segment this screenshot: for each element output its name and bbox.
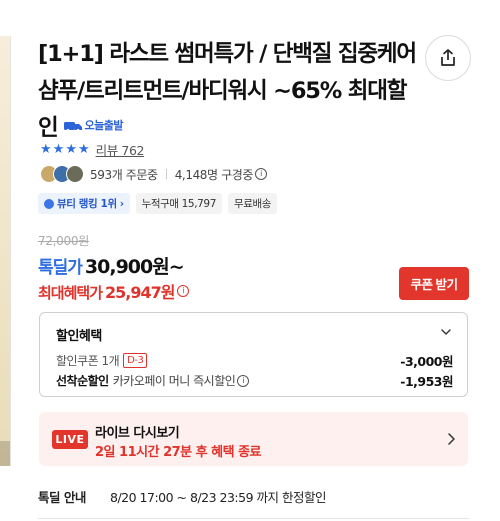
chevron-right-icon <box>448 433 455 445</box>
deal-price: 30,900원~ <box>84 256 185 278</box>
today-delivery-badge: 오늘출발 <box>63 107 124 144</box>
truck-icon <box>63 121 82 132</box>
coupon-amount: -3,000원 <box>400 354 453 369</box>
live-badge: LIVE <box>52 430 88 449</box>
live-title: 라이브 다시보기 <box>95 426 180 441</box>
star-icon: ★ <box>40 141 52 157</box>
star-icon: ★ <box>52 141 65 157</box>
viewers-count: 4,148명 구경중 i <box>175 166 268 183</box>
divider <box>38 518 470 519</box>
rating-row: ★ ★ ★ ★ 리뷰 762 <box>40 140 144 158</box>
live-replay-banner[interactable]: LIVE 라이브 다시보기 2일 11시간 27분 후 혜택 종료 <box>39 412 468 466</box>
first-come-discount-row: 선착순할인 카카오페이 머니 즉시할인 i -1,953원 <box>56 371 453 390</box>
coupon-discount-row: 할인쿠폰 1개 D-3 -3,000원 <box>56 351 453 370</box>
info-icon[interactable]: i <box>177 285 190 297</box>
share-icon <box>441 49 455 66</box>
deal-price-row: 톡딜가 30,900원~ <box>38 252 185 279</box>
deal-period-label: 톡딜 안내 <box>38 490 86 505</box>
live-countdown: 2일 11시간 27분 후 혜택 종료 <box>95 445 262 460</box>
d-day-badge: D-3 <box>123 353 148 368</box>
product-image-edge <box>0 36 11 466</box>
deal-label: 톡딜가 <box>38 258 83 278</box>
review-link[interactable]: 리뷰 762 <box>96 140 145 159</box>
orders-count: 593개 주문중 <box>90 167 158 182</box>
purchase-count-tag: 누적구매 15,797 <box>135 193 222 214</box>
free-shipping-tag: 무료배송 <box>227 193 278 214</box>
original-price: 72,000원 <box>38 234 89 248</box>
max-benefit-row: 최대혜택가 25,947원 i <box>38 279 190 303</box>
star-icon: ★ <box>77 141 90 157</box>
social-proof-row: 593개 주문중 4,148명 구경중 i <box>40 165 268 183</box>
deal-period-value: 8/20 17:00 ~ 8/23 23:59 까지 한정할인 <box>110 490 327 505</box>
star-rating: ★ ★ ★ ★ <box>40 143 90 156</box>
coupon-button[interactable]: 쿠폰 받기 <box>399 267 469 300</box>
discount-title: 할인혜택 <box>56 329 102 344</box>
product-title: [1+1] 라스트 썸머특가 / 단백질 집중케어 샴푸/트리트먼트/바디워시 … <box>38 36 418 147</box>
badge-icon <box>44 198 54 209</box>
max-benefit-price: 25,947원 <box>105 283 175 302</box>
buyer-avatars <box>40 165 84 183</box>
discount-benefits-panel[interactable]: 할인혜택 할인쿠폰 1개 D-3 -3,000원 선착순할인 카카오페이 머니 … <box>39 312 468 397</box>
product-tags: 뷰티 랭킹 1위 › 누적구매 15,797 무료배송 <box>38 193 278 214</box>
divider <box>165 169 167 179</box>
first-come-amount: -1,953원 <box>400 374 453 389</box>
info-icon[interactable]: i <box>237 374 250 387</box>
share-button[interactable] <box>425 35 471 81</box>
info-icon[interactable]: i <box>255 168 268 180</box>
chevron-down-icon[interactable] <box>439 325 453 339</box>
deal-period-row: 톡딜 안내 8/20 17:00 ~ 8/23 23:59 까지 한정할인 <box>38 487 327 506</box>
avatar <box>66 165 84 183</box>
star-icon: ★ <box>65 141 77 157</box>
ranking-tag[interactable]: 뷰티 랭킹 1위 › <box>38 193 130 214</box>
max-benefit-label: 최대혜택가 <box>38 284 103 302</box>
